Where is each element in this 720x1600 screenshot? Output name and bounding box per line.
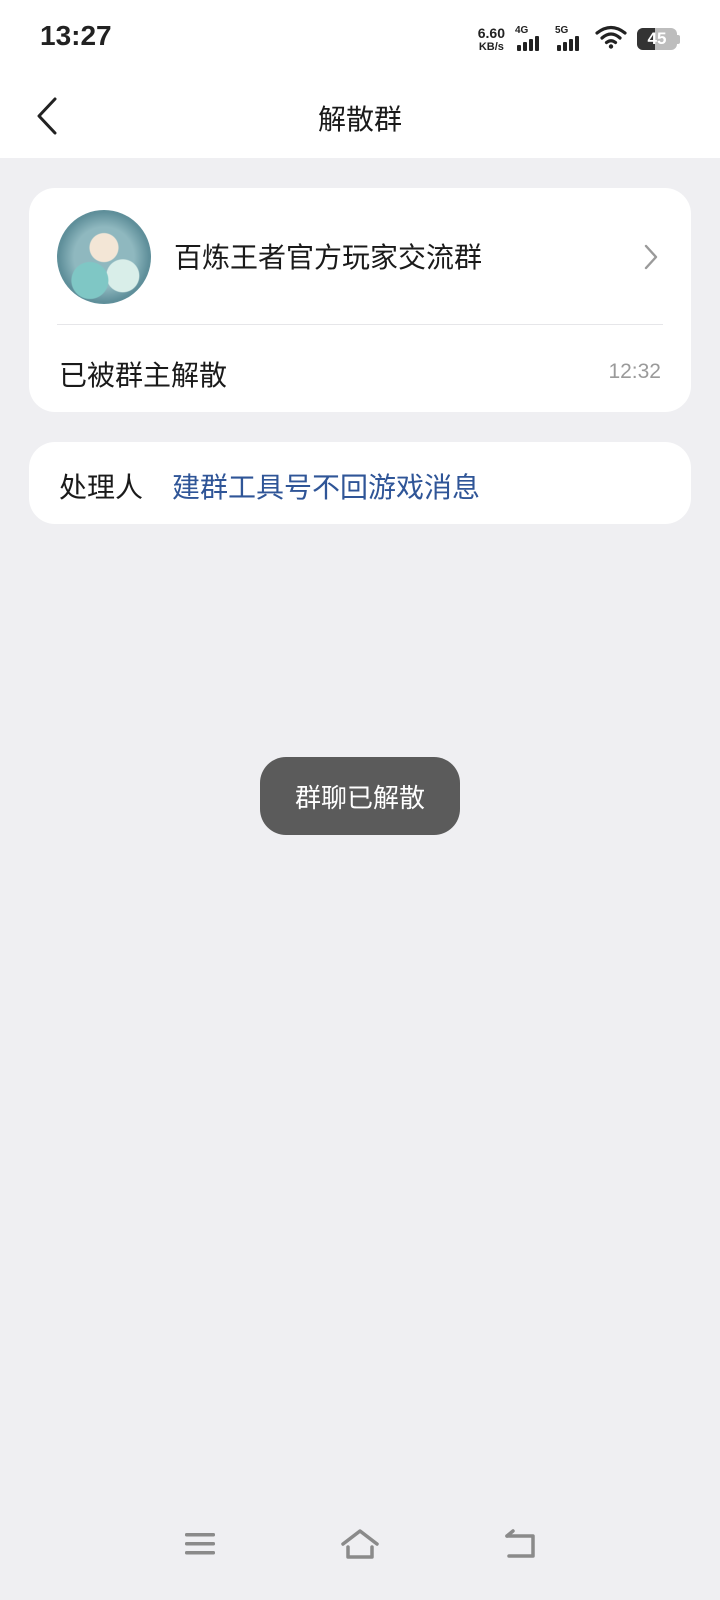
handler-label: 处理人 [59,471,144,504]
return-button[interactable] [496,1522,544,1570]
home-icon [340,1527,380,1565]
navigation-bar: 解散群 [0,78,720,158]
group-name: 百炼王者官方玩家交流群 [174,241,483,274]
menu-button[interactable] [176,1522,224,1570]
dissolve-time: 12:32 [608,360,661,383]
wifi-icon [595,25,627,53]
chevron-right-icon [641,242,661,272]
signal-5g-label: 5G [555,25,569,36]
signal-4g-label: 4G [515,25,529,36]
network-speed-unit: KB/s [478,40,504,53]
system-navigation-bar [0,1490,720,1600]
group-info-card: 百炼王者官方玩家交流群 已被群主解散 12:32 [29,188,691,412]
battery-level: 45 [647,29,667,48]
handler-card: 处理人 建群工具号不回游戏消息 [29,442,691,524]
return-icon [503,1528,537,1564]
divider [57,324,663,325]
toast-message: 群聊已解散 [260,757,460,835]
group-avatar [57,210,151,304]
status-time: 13:27 [40,20,112,51]
network-speed: 6.60 KB/s [478,26,505,53]
network-speed-value: 6.60 [477,24,505,41]
group-row[interactable]: 百炼王者官方玩家交流群 [29,188,691,324]
signal-5g-icon: 5G [555,25,585,53]
home-button[interactable] [336,1522,384,1570]
page-title: 解散群 [317,103,402,136]
status-bar: 13:27 6.60 KB/s 4G 5G 45 [0,0,720,78]
status-indicators: 6.60 KB/s 4G 5G 45 [478,24,680,54]
menu-icon [183,1530,217,1562]
signal-4g-icon: 4G [515,25,545,53]
handler-name-link[interactable]: 建群工具号不回游戏消息 [172,466,480,506]
battery-icon: 45 [637,28,677,50]
dissolve-status: 已被群主解散 [59,359,228,392]
